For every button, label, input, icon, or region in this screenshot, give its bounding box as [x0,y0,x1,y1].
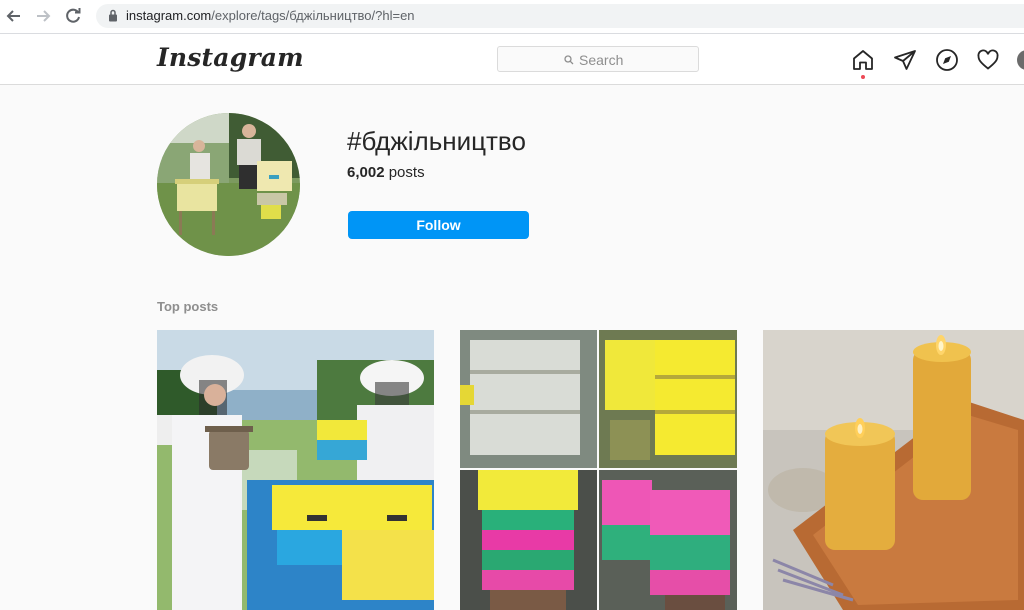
posts-count-number: 6,002 [347,164,385,181]
activity-heart-icon[interactable] [976,48,1000,72]
url-path: /explore/tags/бджільництво/?hl=en [211,8,415,23]
hashtag-profile-image [157,113,300,256]
posts-count: 6,002 posts [347,164,425,181]
top-post-3[interactable] [763,330,1024,610]
profile-avatar[interactable] [1017,50,1024,70]
home-active-dot [861,75,865,79]
post-image [460,330,737,610]
follow-button[interactable]: Follow [348,211,529,239]
browser-toolbar: instagram.com/explore/tags/бджільництво/… [0,0,1024,34]
url-domain: instagram.com [126,8,212,23]
url-text: instagram.com/explore/tags/бджільництво/… [126,8,415,23]
reload-icon[interactable] [62,5,84,27]
explore-compass-icon[interactable] [935,48,959,72]
post-image [763,330,1024,610]
home-icon[interactable] [851,48,875,72]
direct-message-icon[interactable] [893,48,917,72]
lock-icon [109,9,117,22]
instagram-header: Instagram [0,34,1024,85]
instagram-logo[interactable]: Instagram [157,43,304,72]
search-box[interactable] [497,46,699,72]
top-post-2[interactable] [460,330,737,610]
address-bar[interactable]: instagram.com/explore/tags/бджільництво/… [96,4,1024,28]
back-arrow-icon[interactable] [3,5,25,27]
posts-count-label: posts [388,164,425,181]
post-image [157,330,434,610]
top-post-1[interactable] [157,330,434,610]
search-input[interactable] [579,52,649,68]
search-icon [564,55,574,65]
forward-arrow-icon[interactable] [32,5,54,27]
top-posts-heading: Top posts [157,299,219,314]
hashtag-title: #бджільництво [347,126,526,156]
